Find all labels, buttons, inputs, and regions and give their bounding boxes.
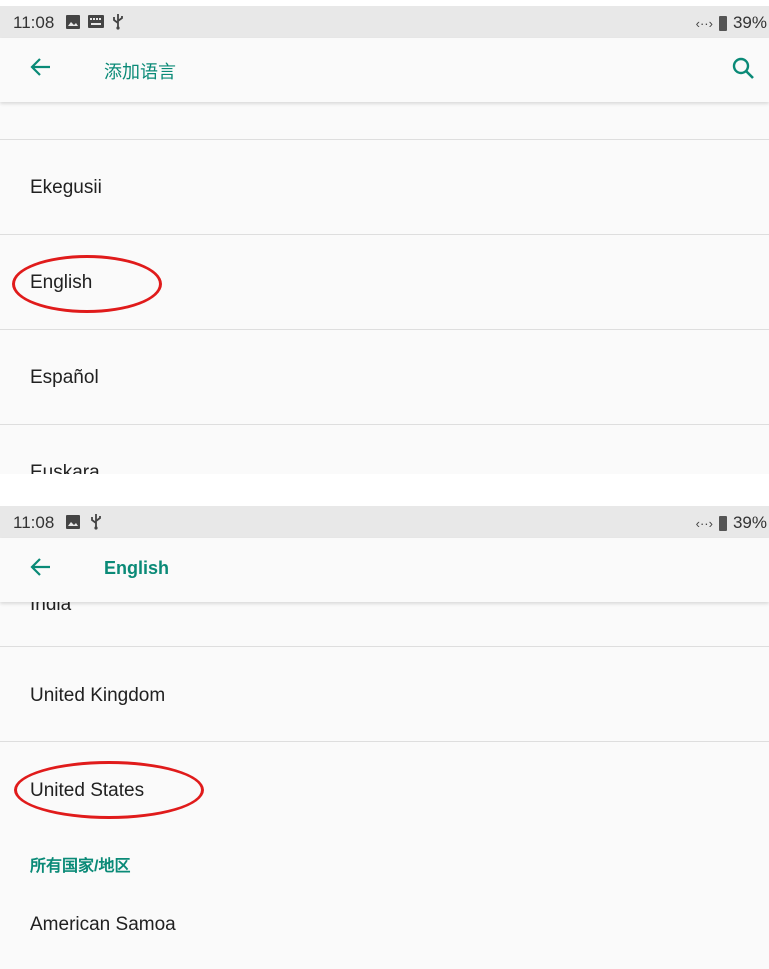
image-notification-icon <box>66 515 80 529</box>
language-item-english[interactable]: English <box>0 235 769 329</box>
battery-icon <box>718 515 727 531</box>
english-region-screen: 11:08 ‹··› 39% English India United King… <box>0 506 769 969</box>
page-title: English <box>104 558 170 578</box>
status-bar: 11:08 ‹··› 39% <box>0 506 769 538</box>
language-item[interactable]: Euskara <box>0 425 769 474</box>
region-item[interactable]: United Kingdom <box>0 647 769 741</box>
keyboard-icon <box>88 15 104 28</box>
back-arrow-icon[interactable] <box>30 56 52 78</box>
page-title: 添加语言 <box>104 62 176 82</box>
search-icon[interactable] <box>731 56 755 80</box>
region-label: United Kingdom <box>30 685 166 706</box>
battery-icon <box>718 15 727 31</box>
app-bar: English <box>0 538 769 602</box>
usb-icon <box>113 14 123 30</box>
data-activity-icon: ‹··› <box>695 515 713 531</box>
language-label: English <box>30 272 93 293</box>
status-right: ‹··› 39% <box>696 13 767 33</box>
status-bar: 11:08 ‹··› 39% <box>0 6 769 38</box>
data-activity-icon: ‹··› <box>695 15 713 31</box>
language-item[interactable]: Ekegusii <box>0 140 769 234</box>
image-notification-icon <box>66 15 80 29</box>
language-label: Ekegusii <box>30 177 102 198</box>
region-item-united-states[interactable]: United States <box>0 742 769 822</box>
back-arrow-icon[interactable] <box>30 556 52 578</box>
battery-level: 39% <box>732 13 767 32</box>
status-right: ‹··› 39% <box>696 513 767 533</box>
add-language-screen: 11:08 ‹··› 39% 添加语言 Ekegusii English Esp… <box>0 6 769 474</box>
region-item[interactable]: American Samoa <box>0 876 769 969</box>
usb-icon <box>91 514 101 530</box>
battery-level: 39% <box>732 513 767 532</box>
section-header: 所有国家/地区 <box>30 858 131 875</box>
status-time: 11:08 <box>13 513 55 532</box>
language-item[interactable]: Español <box>0 330 769 424</box>
language-label: Español <box>30 367 99 388</box>
region-label: United States <box>30 780 145 801</box>
language-label: Euskara <box>30 462 100 474</box>
app-bar: 添加语言 <box>0 38 769 102</box>
region-label: American Samoa <box>30 914 176 935</box>
status-time: 11:08 <box>13 13 55 32</box>
